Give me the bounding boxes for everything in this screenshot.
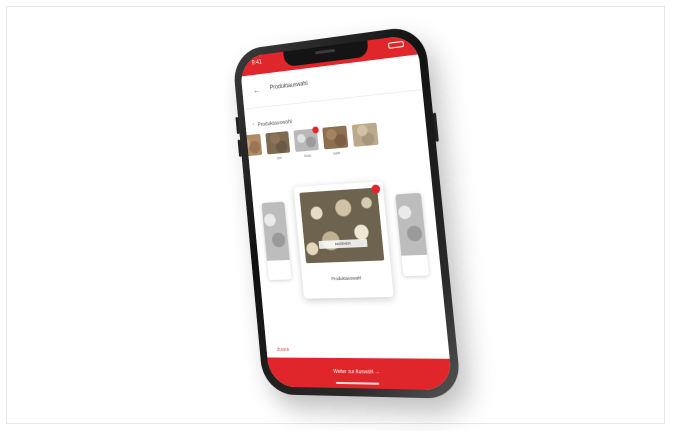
thumbnail-caption <box>354 148 379 150</box>
stone-thumbnail <box>351 122 379 147</box>
home-indicator <box>335 381 380 385</box>
status-time: 9:41 <box>251 59 263 67</box>
carousel-card-next[interactable] <box>395 192 430 277</box>
thumbnail-item-selected[interactable]: Grau <box>293 126 320 159</box>
stone-thumbnail <box>322 125 349 150</box>
stone-image <box>395 192 428 256</box>
thumbnail-caption: Gelb <box>333 151 341 156</box>
thumbnail-caption: Ost <box>276 156 282 161</box>
carousel-card-prev[interactable] <box>261 201 292 281</box>
phone-screen: 9:41 ← Produktauswahl ‹ Produktauswahl O… <box>239 33 453 391</box>
product-carousel[interactable]: ANSEHEN Produktauswahl <box>252 178 444 306</box>
selected-badge-icon <box>371 184 381 194</box>
page-title: Produktauswahl <box>269 80 308 92</box>
thumbnail-item[interactable]: Gelb <box>322 125 349 156</box>
stone-thumbnail <box>265 131 291 155</box>
chevron-left-icon[interactable]: ‹ <box>252 122 254 128</box>
thumbnail-item[interactable]: Ost <box>265 131 291 161</box>
battery-icon <box>387 40 405 49</box>
continue-button-label: Weiter zur Auswahl → <box>333 368 380 376</box>
speaker-grille <box>314 48 336 55</box>
thumbnail-caption: Grau <box>303 153 312 159</box>
card-caption: Produktauswahl <box>331 275 362 282</box>
carousel-card-active[interactable]: ANSEHEN Produktauswahl <box>293 181 394 299</box>
thumbnail-item[interactable] <box>351 122 379 150</box>
back-link[interactable]: Zurück <box>277 347 290 352</box>
selected-badge-icon <box>312 126 320 134</box>
section-label: Produktauswahl <box>257 119 293 129</box>
continue-button[interactable]: Weiter zur Auswahl → <box>267 357 453 391</box>
stone-image <box>261 201 290 261</box>
stone-image <box>299 187 385 264</box>
phone-mockup: 9:41 ← Produktauswahl ‹ Produktauswahl O… <box>231 24 463 399</box>
back-arrow-icon[interactable]: ← <box>252 85 261 95</box>
